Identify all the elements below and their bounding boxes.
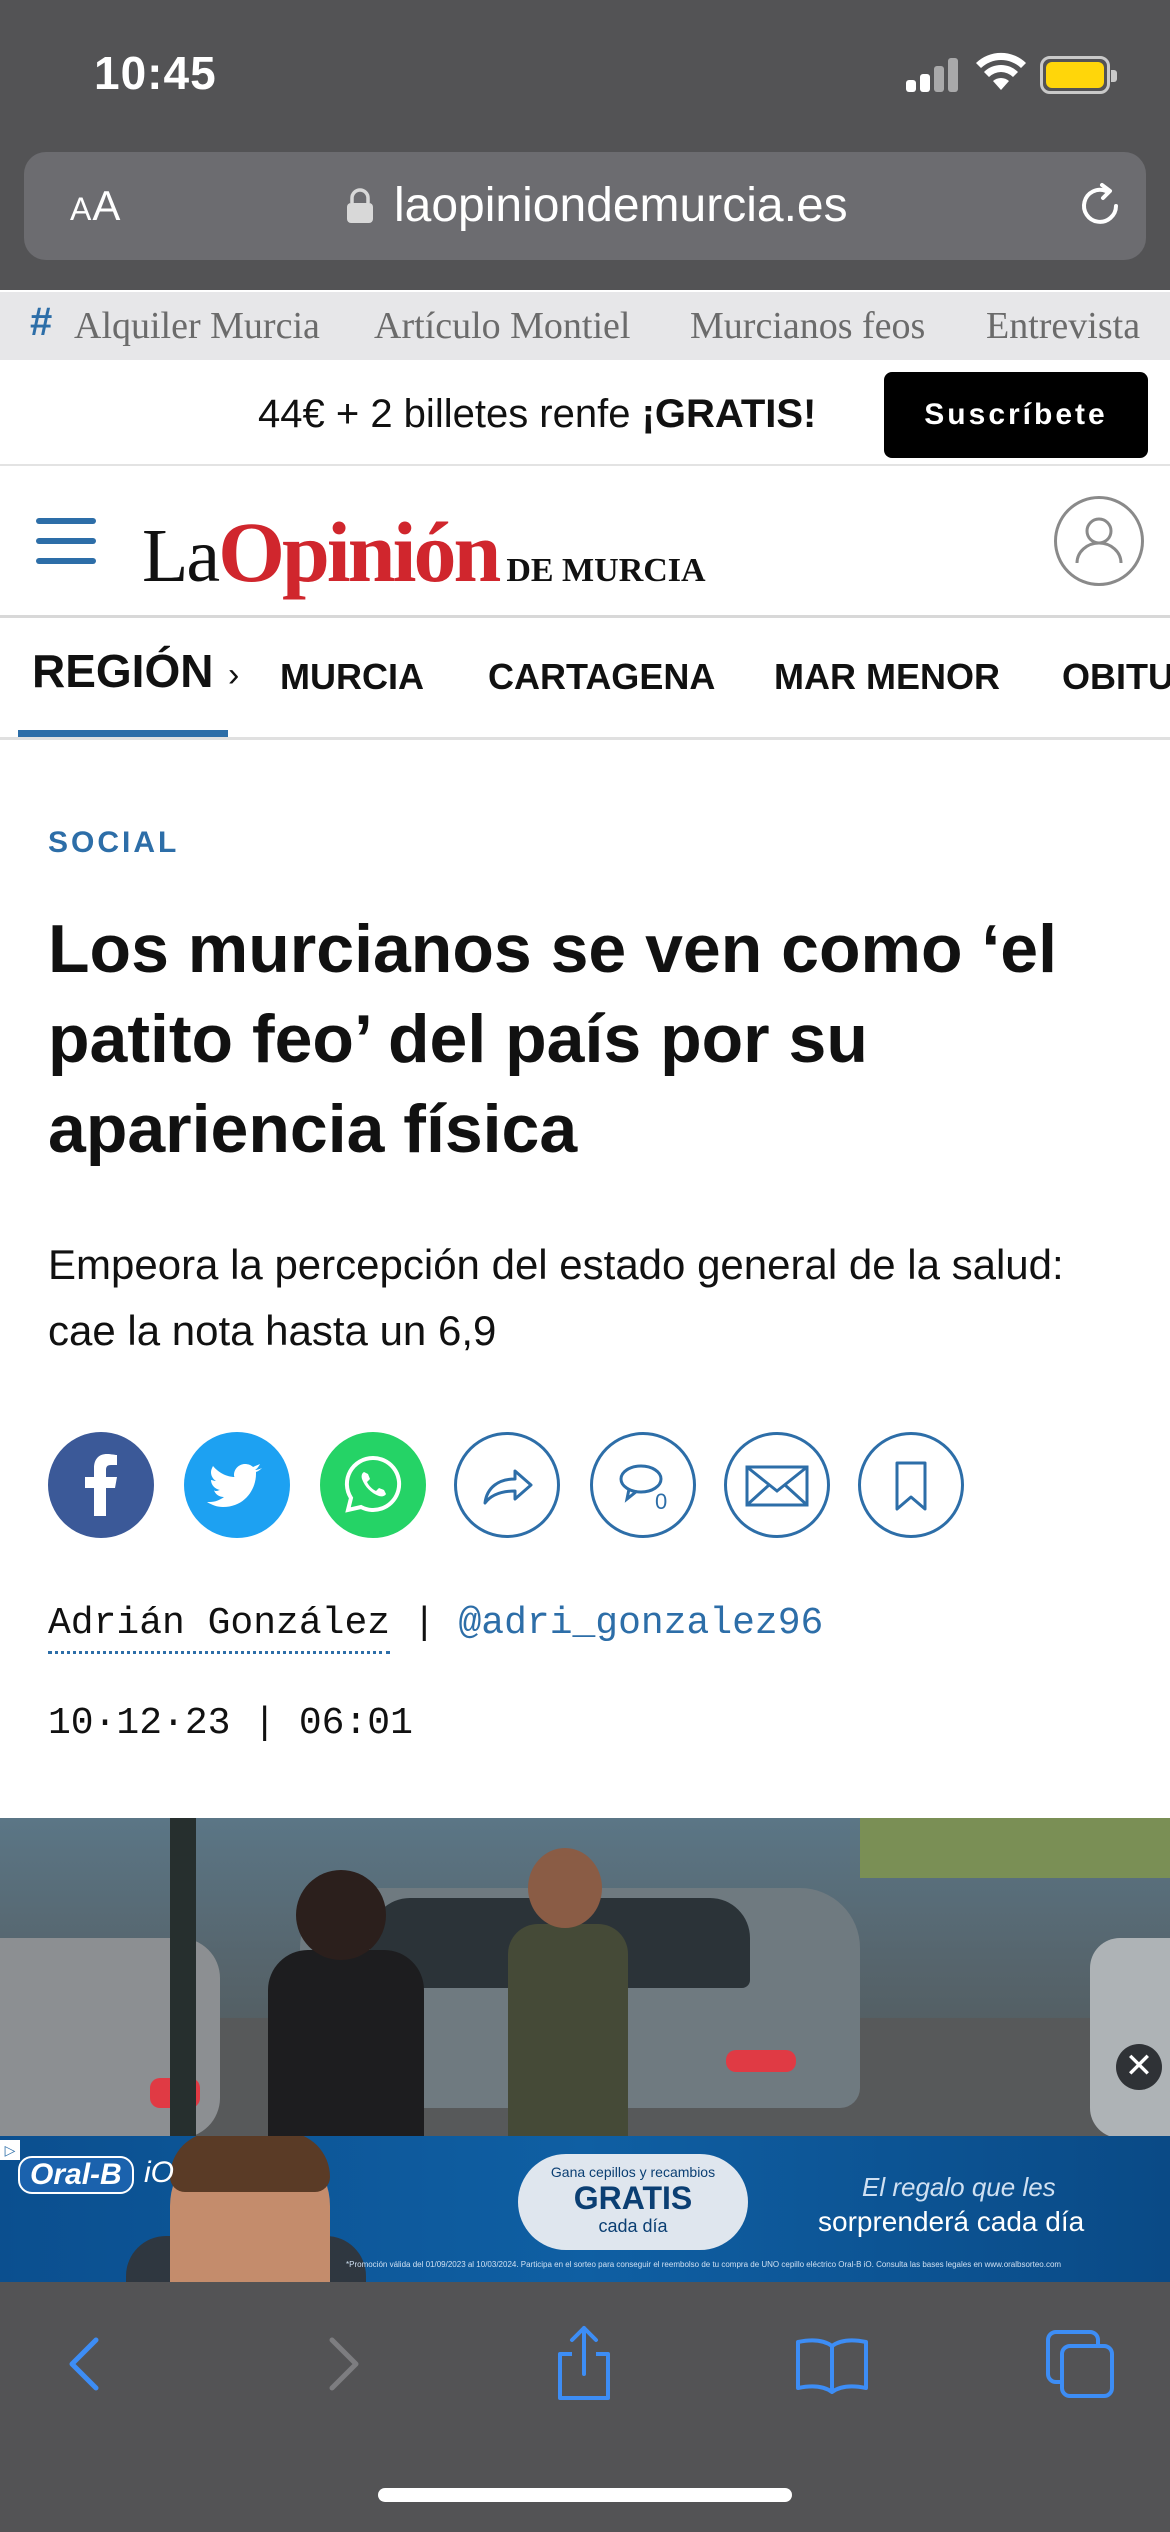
subscribe-button[interactable]: Suscríbete	[884, 372, 1148, 458]
ad-tagline: sorprenderá cada día	[818, 2206, 1085, 2237]
share-button[interactable]	[454, 1432, 560, 1538]
facebook-share-button[interactable]	[48, 1432, 154, 1538]
article-byline: Adrián González | @adri_gonzalez96	[48, 1602, 823, 1654]
dateline-separator: |	[230, 1702, 299, 1745]
forward-icon[interactable]	[300, 2324, 380, 2404]
battery-icon	[1040, 56, 1117, 94]
share-icon	[483, 1469, 533, 1505]
wifi-icon	[976, 52, 1026, 90]
trending-topic-link[interactable]: Artículo Montiel	[374, 304, 630, 348]
ad-tagline: El regalo que les	[862, 2172, 1056, 2202]
section-nav: REGIÓN › MURCIA CARTAGENA MAR MENOR OBIT…	[0, 622, 1170, 740]
chevron-right-icon: ›	[228, 656, 240, 694]
address-bar[interactable]: AA laopiniondemurcia.es	[24, 152, 1146, 260]
ad-offer-badge: Gana cepillos y recambios GRATIS cada dí…	[518, 2154, 748, 2250]
bookmark-icon	[895, 1461, 927, 1511]
reader-settings-button[interactable]: AA	[70, 182, 121, 230]
twitter-share-button[interactable]	[184, 1432, 290, 1538]
tabs-icon[interactable]	[1040, 2324, 1120, 2404]
comment-count: 0	[655, 1489, 668, 1514]
comments-button[interactable]: 0	[590, 1432, 696, 1538]
ad-brand-sub: iO	[144, 2156, 174, 2189]
back-icon[interactable]	[48, 2324, 128, 2404]
active-tab-indicator	[18, 730, 228, 737]
article-lead-image	[0, 1818, 1170, 2138]
account-button[interactable]	[1054, 496, 1144, 586]
publish-date: 10·12·23	[48, 1702, 231, 1745]
bookmark-button[interactable]	[858, 1432, 964, 1538]
site-header: LaOpinión DE MURCIA	[0, 468, 1170, 618]
cellular-signal-icon	[906, 58, 958, 92]
publish-time: 06:01	[298, 1702, 413, 1745]
whatsapp-share-button[interactable]	[320, 1432, 426, 1538]
trending-topic-link[interactable]: Alquiler Murcia	[74, 304, 320, 348]
comment-icon	[619, 1464, 663, 1503]
ad-banner[interactable]: ▷ Oral-B iO Gana cepillos y recambios GR…	[0, 2136, 1170, 2282]
browser-top-chrome: 10:45 AA laopiniondemurcia.es	[0, 0, 1170, 290]
nav-item-mar-menor[interactable]: MAR MENOR	[774, 656, 1000, 698]
user-icon	[1075, 517, 1123, 564]
ad-fine-print: *Promoción válida del 01/09/2023 al 10/0…	[346, 2260, 1062, 2269]
hashtag-icon: #	[30, 300, 53, 344]
bookmarks-icon[interactable]	[792, 2324, 872, 2404]
mail-icon	[745, 1465, 809, 1507]
article-section-label[interactable]: SOCIAL	[48, 826, 179, 860]
share-icon[interactable]	[544, 2324, 624, 2404]
subscription-promo-bar: 44€ + 2 billetes renfe ¡GRATIS! Suscríbe…	[0, 362, 1170, 466]
promo-text[interactable]: 44€ + 2 billetes renfe ¡GRATIS!	[258, 392, 816, 437]
article-headline: Los murcianos se ven como ‘el patito feo…	[48, 911, 1058, 1167]
email-share-button[interactable]	[724, 1432, 830, 1538]
site-logo[interactable]: LaOpinión DE MURCIA	[142, 502, 706, 602]
nav-item-obituarios[interactable]: OBITU	[1062, 656, 1170, 698]
menu-icon[interactable]	[36, 518, 96, 564]
reload-icon[interactable]	[1074, 180, 1126, 232]
nav-item-murcia[interactable]: MURCIA	[280, 656, 424, 698]
facebook-icon	[85, 1454, 117, 1516]
url-text[interactable]: laopiniondemurcia.es	[394, 178, 848, 233]
home-indicator[interactable]	[378, 2488, 792, 2502]
author-twitter-handle[interactable]: @adri_gonzalez96	[458, 1602, 823, 1645]
nav-item-cartagena[interactable]: CARTAGENA	[488, 656, 715, 698]
byline-separator: |	[390, 1602, 459, 1645]
status-time: 10:45	[94, 47, 217, 99]
twitter-icon	[207, 1464, 262, 1507]
ad-brand-logo: Oral-B	[18, 2156, 134, 2194]
author-link[interactable]: Adrián González	[48, 1602, 391, 1654]
whatsapp-icon	[344, 1455, 402, 1513]
ad-info-icon[interactable]: ▷	[0, 2140, 20, 2160]
trending-topic-link[interactable]: Murcianos feos	[690, 304, 925, 348]
trending-topic-link[interactable]: Entrevista	[986, 304, 1140, 348]
lock-icon	[347, 188, 373, 223]
article-dateline: 10·12·23 | 06:01	[48, 1702, 413, 1745]
trending-topics-bar: # Alquiler Murcia Artículo Montiel Murci…	[0, 292, 1170, 360]
close-ad-button[interactable]: ✕	[1116, 2044, 1162, 2090]
nav-item-region[interactable]: REGIÓN	[32, 644, 213, 698]
article-subtitle: Empeora la percepción del estado general…	[48, 1241, 1064, 1354]
